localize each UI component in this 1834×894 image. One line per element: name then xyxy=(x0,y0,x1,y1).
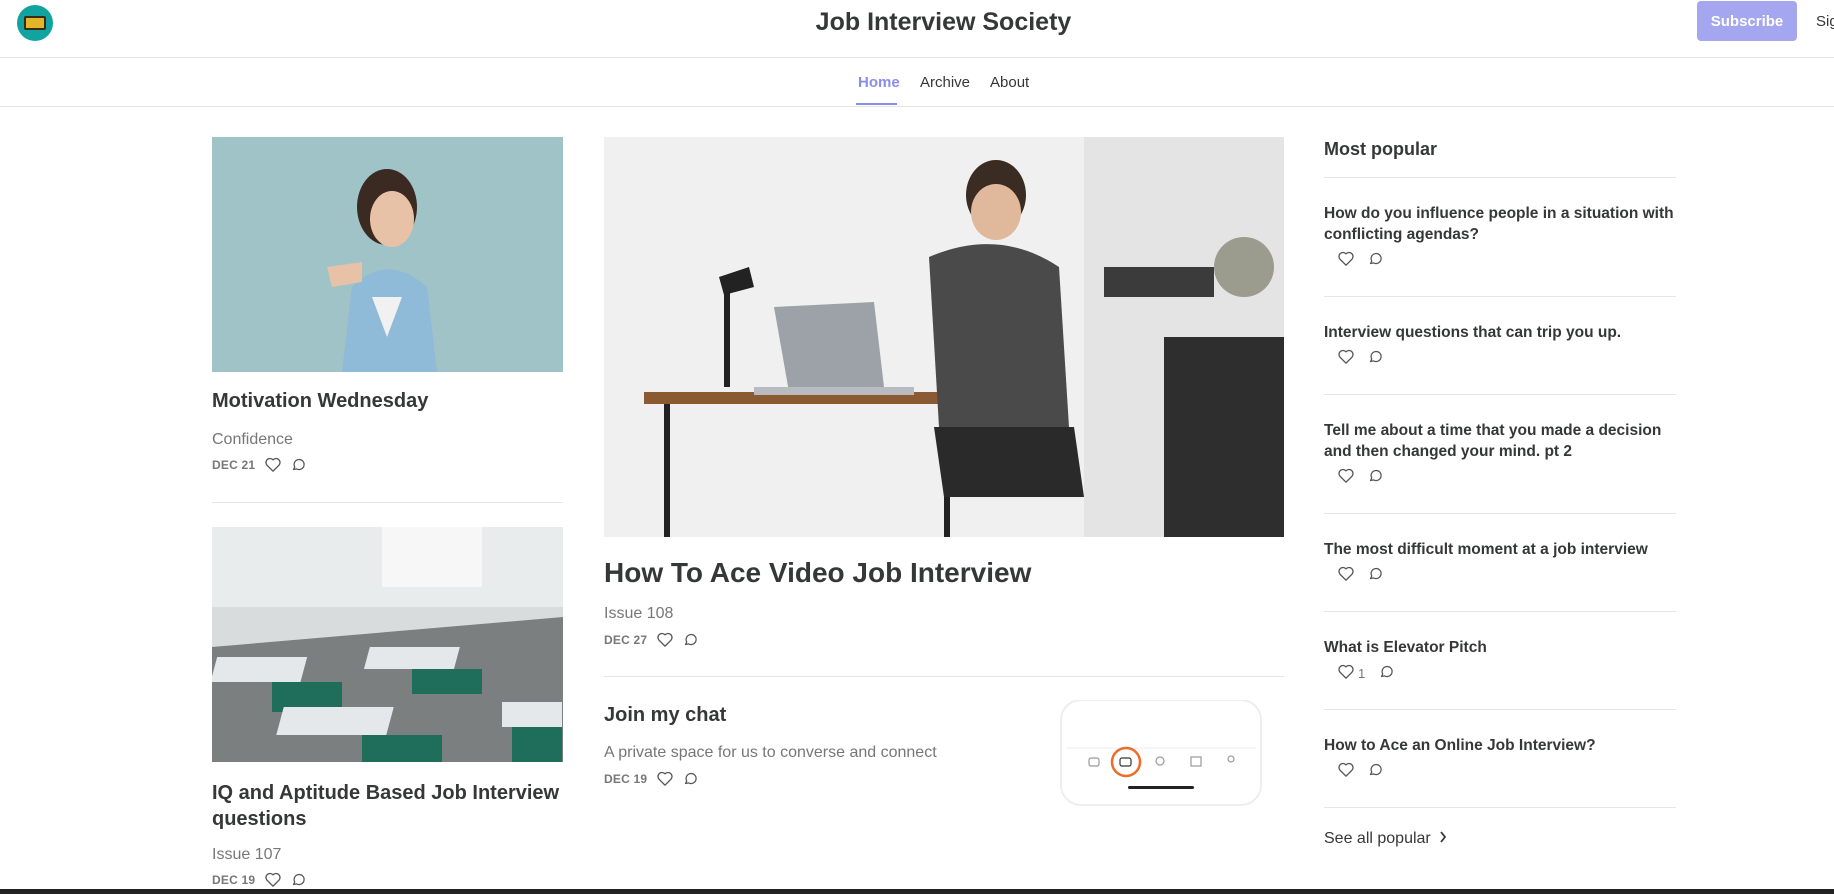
popular-item[interactable]: Tell me about a time that you made a dec… xyxy=(1324,420,1676,486)
site-title[interactable]: Job Interview Society xyxy=(0,8,1834,37)
popular-item[interactable]: What is Elevator Pitch 1 xyxy=(1324,637,1676,682)
featured-post-meta: DEC 27 xyxy=(604,632,698,647)
heart-icon[interactable] xyxy=(1338,762,1354,780)
popular-item[interactable]: How do you influence people in a situati… xyxy=(1324,203,1676,269)
popular-item-title[interactable]: The most difficult moment at a job inter… xyxy=(1324,539,1676,560)
post-date: DEC 19 xyxy=(604,771,648,786)
popular-item-meta: 1 xyxy=(1338,664,1676,682)
site-header: Job Interview Society Subscribe Sig xyxy=(0,0,1834,58)
heart-icon[interactable] xyxy=(1338,468,1354,486)
divider xyxy=(1324,296,1676,297)
motivation-post-image[interactable] xyxy=(212,137,563,372)
comment-icon[interactable] xyxy=(683,632,698,647)
motivation-post-subtitle: Confidence xyxy=(212,431,293,448)
post-date: DEC 27 xyxy=(604,632,648,647)
comment-icon[interactable] xyxy=(1368,468,1383,486)
divider xyxy=(1324,611,1676,612)
comment-icon[interactable] xyxy=(1368,349,1383,367)
motivation-post-title[interactable]: Motivation Wednesday xyxy=(212,390,428,413)
window-bottom-edge xyxy=(0,889,1834,894)
man-at-laptop-photo xyxy=(604,137,1284,537)
popular-item-title[interactable]: Interview questions that can trip you up… xyxy=(1324,322,1676,343)
popular-item-title[interactable]: How to Ace an Online Job Interview? xyxy=(1324,735,1676,756)
post-date: DEC 19 xyxy=(212,872,256,887)
heart-icon[interactable] xyxy=(657,771,673,786)
comment-icon[interactable] xyxy=(291,872,306,887)
heart-icon[interactable] xyxy=(265,457,281,472)
divider xyxy=(1324,807,1676,808)
divider xyxy=(1324,513,1676,514)
heart-icon[interactable] xyxy=(1338,566,1354,584)
nav-active-indicator xyxy=(856,103,897,105)
iq-post-subtitle: Issue 107 xyxy=(212,846,282,863)
nav-about[interactable]: About xyxy=(990,74,1029,91)
motivation-post-meta: DEC 21 xyxy=(212,457,306,472)
featured-post-title[interactable]: How To Ace Video Job Interview xyxy=(604,557,1031,589)
heart-icon xyxy=(1338,664,1354,682)
popular-item-meta xyxy=(1338,251,1676,269)
chat-post-title[interactable]: Join my chat xyxy=(604,704,726,727)
most-popular-heading: Most popular xyxy=(1324,139,1437,159)
comment-icon[interactable] xyxy=(683,771,698,786)
like-count: 1 xyxy=(1358,665,1366,681)
divider xyxy=(1324,177,1676,178)
phone-tabbar-illustration xyxy=(1060,700,1262,806)
sign-in-link[interactable]: Sig xyxy=(1816,13,1834,30)
popular-item-meta xyxy=(1338,468,1676,486)
subscribe-button[interactable]: Subscribe xyxy=(1697,1,1797,41)
comment-icon[interactable] xyxy=(1368,762,1383,780)
popular-item[interactable]: Interview questions that can trip you up… xyxy=(1324,322,1676,367)
heart-icon[interactable] xyxy=(1338,349,1354,367)
comment-icon[interactable] xyxy=(1368,251,1383,269)
heart-icon[interactable] xyxy=(657,632,673,647)
popular-item-title[interactable]: Tell me about a time that you made a dec… xyxy=(1324,420,1676,462)
like-control[interactable]: 1 xyxy=(1338,664,1365,682)
chevron-right-icon xyxy=(1439,830,1447,848)
nav-bar: Home Archive About xyxy=(0,58,1834,107)
comment-icon[interactable] xyxy=(1379,664,1394,682)
woman-pointing-photo xyxy=(212,137,563,372)
see-all-label: See all popular xyxy=(1324,830,1431,847)
divider xyxy=(212,502,563,503)
iq-post-meta: DEC 19 xyxy=(212,872,306,887)
popular-item-meta xyxy=(1338,349,1676,367)
iq-post-image[interactable] xyxy=(212,527,563,762)
chat-post-subtitle: A private space for us to converse and c… xyxy=(604,744,937,761)
heart-icon[interactable] xyxy=(265,872,281,887)
classroom-desks-photo xyxy=(212,527,563,762)
popular-item[interactable]: The most difficult moment at a job inter… xyxy=(1324,539,1676,584)
heart-icon[interactable] xyxy=(1338,251,1354,269)
featured-post-image[interactable] xyxy=(604,137,1284,537)
chat-post-meta: DEC 19 xyxy=(604,771,698,786)
see-all-popular-link[interactable]: See all popular xyxy=(1324,830,1447,848)
iq-post-title[interactable]: IQ and Aptitude Based Job Interview ques… xyxy=(212,780,563,832)
chat-app-preview-image[interactable] xyxy=(1056,700,1266,810)
popular-item-meta xyxy=(1338,762,1676,780)
popular-item-title[interactable]: What is Elevator Pitch xyxy=(1324,637,1676,658)
featured-post-subtitle: Issue 108 xyxy=(604,605,674,622)
post-date: DEC 21 xyxy=(212,457,256,472)
popular-item[interactable]: How to Ace an Online Job Interview? xyxy=(1324,735,1676,780)
comment-icon[interactable] xyxy=(291,457,306,472)
divider xyxy=(1324,394,1676,395)
popular-item-meta xyxy=(1338,566,1676,584)
comment-icon[interactable] xyxy=(1368,566,1383,584)
divider xyxy=(604,676,1284,677)
divider xyxy=(1324,709,1676,710)
nav-archive[interactable]: Archive xyxy=(920,74,970,91)
nav-home[interactable]: Home xyxy=(858,74,900,91)
popular-item-title[interactable]: How do you influence people in a situati… xyxy=(1324,203,1676,245)
